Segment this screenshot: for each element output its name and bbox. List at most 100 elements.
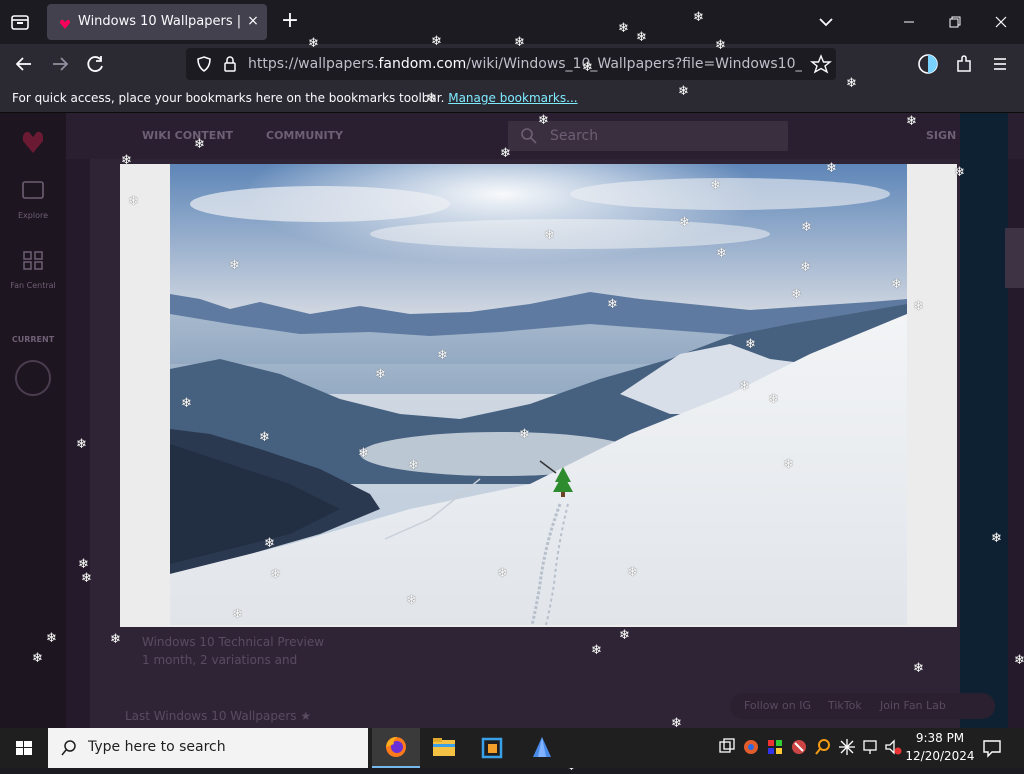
explore-icon[interactable] <box>20 179 46 201</box>
tab-title: Windows 10 Wallpapers | Wallp <box>78 14 240 29</box>
snowflake-icon: ❄ <box>519 427 530 442</box>
snowflake-icon: ❄ <box>375 367 386 382</box>
tab-list-icon[interactable] <box>6 8 34 36</box>
manage-bookmarks-link[interactable]: Manage bookmarks... <box>448 91 577 105</box>
chevron-down-icon[interactable] <box>814 11 838 33</box>
address-bar[interactable]: https://wallpapers.fandom.com/wiki/Windo… <box>186 48 836 80</box>
current-wiki-avatar[interactable] <box>15 360 51 396</box>
search-icon <box>520 127 538 145</box>
rail-item-explore[interactable]: Explore <box>8 211 58 220</box>
snowflake-icon: ❄ <box>715 38 726 53</box>
snowflake-icon: ❄ <box>76 437 87 452</box>
snowflake-icon: ❄ <box>801 220 812 235</box>
snowflake-icon: ❄ <box>693 10 704 25</box>
virtualbox-icon[interactable] <box>468 728 516 768</box>
reload-icon[interactable] <box>82 52 110 76</box>
snowflake-icon: ❄ <box>270 567 281 582</box>
tray-app-icon[interactable] <box>790 738 808 756</box>
url-host: https://wallpapers. <box>248 56 379 72</box>
snowflake-icon: ❄ <box>426 91 437 106</box>
tab-bar: Windows 10 Wallpapers | Wallp × + <box>0 0 1024 44</box>
fandom-logo-icon[interactable] <box>20 125 46 155</box>
rail-item-fan-central[interactable]: Fan Central <box>8 281 58 290</box>
network-icon[interactable] <box>862 738 880 756</box>
close-window-button[interactable] <box>978 8 1024 36</box>
lock-icon[interactable] <box>220 54 240 74</box>
taskbar-search-placeholder: Type here to search <box>88 739 226 755</box>
background-text-line: 1 month, 2 variations and <box>142 653 298 667</box>
snowflake-icon: ❄ <box>582 60 593 75</box>
snowflake-icon: ❄ <box>913 661 924 676</box>
snowflake-icon: ❄ <box>121 153 132 168</box>
image-lightbox[interactable] <box>120 164 957 627</box>
tray-app-icon[interactable] <box>766 738 784 756</box>
firefox-icon[interactable] <box>372 728 420 768</box>
back-arrow-icon[interactable] <box>10 52 38 76</box>
snowflake-icon: ❄ <box>913 299 924 314</box>
side-panel-background <box>960 113 1008 728</box>
header-community[interactable]: COMMUNITY <box>266 129 343 142</box>
bookmarks-hint: For quick access, place your bookmarks h… <box>12 91 578 105</box>
snowflake-icon: ❄ <box>591 643 602 658</box>
wallpaper-image[interactable] <box>170 164 907 625</box>
snowflake-icon: ❄ <box>710 178 721 193</box>
page-scrollbar-thumb[interactable] <box>1005 228 1024 288</box>
tab-close-icon[interactable]: × <box>243 11 263 31</box>
footer-link[interactable]: Join Fan Lab <box>880 699 946 712</box>
snowflake-icon: ❄ <box>500 146 511 161</box>
vpn-account-icon[interactable] <box>914 52 942 76</box>
snowflake-icon: ❄ <box>636 30 647 45</box>
snowflake-icon: ❄ <box>954 165 965 180</box>
snowflake-icon: ❄ <box>891 277 902 292</box>
snowflake-icon: ❄ <box>716 246 727 261</box>
restore-button[interactable] <box>932 8 978 36</box>
snowflake-icon: ❄ <box>679 215 690 230</box>
file-explorer-icon[interactable] <box>420 728 468 768</box>
footer-link[interactable]: Follow on IG <box>744 699 811 712</box>
snowflake-icon: ❄ <box>437 348 448 363</box>
snowflake-icon: ❄ <box>406 593 417 608</box>
tray-app-icon[interactable] <box>742 738 760 756</box>
new-tab-button[interactable]: + <box>277 9 303 35</box>
snowflake-icon: ❄ <box>627 565 638 580</box>
snowflake-icon: ❄ <box>618 21 629 36</box>
snowflake-icon: ❄ <box>128 194 139 209</box>
snowflake-icon: ❄ <box>991 531 1002 546</box>
header-wiki-content[interactable]: WIKI CONTENT <box>142 129 233 142</box>
notification-icon[interactable] <box>980 736 1004 760</box>
fandom-search-input[interactable]: Search <box>508 121 788 151</box>
menu-hamburger-icon[interactable] <box>986 52 1014 76</box>
taskbar-search-box[interactable]: Type here to search <box>48 728 368 768</box>
snowflake-icon: ❄ <box>431 34 442 49</box>
clock-date[interactable]: 12/20/2024 <box>900 749 980 763</box>
app-icon[interactable] <box>518 728 566 768</box>
snowflake-icon: ❄ <box>1014 653 1024 668</box>
tracking-protection-shield-icon[interactable] <box>194 54 214 74</box>
task-view-icon[interactable] <box>718 738 736 756</box>
brightness-icon[interactable] <box>838 738 856 756</box>
active-tab[interactable]: Windows 10 Wallpapers | Wallp × <box>47 4 267 40</box>
fandom-search-placeholder: Search <box>550 128 599 144</box>
snowflake-icon: ❄ <box>110 632 121 647</box>
windows-taskbar: Type here to search 9:38 PM 12/20/2024 <box>0 728 1024 768</box>
url-text[interactable]: https://wallpapers.fandom.com/wiki/Windo… <box>248 56 802 72</box>
windows-start-icon[interactable] <box>0 728 48 768</box>
fan-central-icon[interactable] <box>20 249 46 271</box>
snowflake-icon: ❄ <box>544 228 555 243</box>
bookmark-star-icon[interactable] <box>810 54 832 74</box>
minimize-button[interactable] <box>886 8 932 36</box>
bookmarks-toolbar: For quick access, place your bookmarks h… <box>0 84 1024 113</box>
snowflake-icon: ❄ <box>745 337 756 352</box>
snowflake-icon: ❄ <box>607 297 618 312</box>
snowflake-icon: ❄ <box>308 36 319 51</box>
snowflake-icon: ❄ <box>739 379 750 394</box>
clock-time[interactable]: 9:38 PM <box>900 731 980 745</box>
forward-arrow-icon[interactable] <box>46 52 74 76</box>
extensions-icon[interactable] <box>950 52 978 76</box>
background-text-line: Windows 10 Technical Preview <box>142 635 325 649</box>
background-text-line: Last Windows 10 Wallpapers ★ <box>125 709 312 723</box>
rail-section-current: CURRENT <box>11 335 55 344</box>
footer-link[interactable]: TikTok <box>828 699 862 712</box>
snowflake-icon: ❄ <box>232 607 243 622</box>
search-tray-icon[interactable] <box>814 738 832 756</box>
